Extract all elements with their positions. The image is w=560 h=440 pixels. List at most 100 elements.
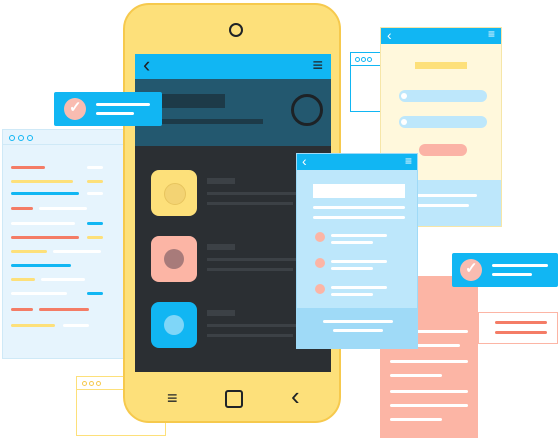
thumbnail-dot [164,183,186,205]
list-item-thumbnail[interactable] [151,236,197,282]
notification-badge: ✓ [452,253,558,287]
text-line [495,321,547,324]
code-line [87,236,103,239]
text-line [492,264,548,267]
window-dot-icon [82,381,87,386]
text-line [323,320,393,323]
code-line [11,264,71,267]
bullet-dot-icon [315,232,325,242]
text-line [492,273,532,276]
window-dot-icon [96,381,101,386]
list-item-thumbnail[interactable] [151,302,197,348]
camera-icon [229,23,243,37]
code-line [11,250,47,253]
code-line [11,192,79,195]
text-line [390,404,468,407]
text-line [313,206,405,209]
check-icon: ✓ [69,99,82,116]
back-chevron-icon: ‹ [387,27,392,43]
card-footer [297,308,417,348]
app-bar: ‹ ≡ [135,54,331,79]
text-line [331,260,387,263]
list-item-line [207,334,293,337]
card-appbar [297,154,417,170]
phone-nav-bar: ≡ ‹ [125,377,339,419]
hamburger-menu-icon: ≡ [404,154,412,168]
back-chevron-icon: ‹ [302,153,307,169]
window-dot-icon [355,57,360,62]
notification-badge: ✓ [54,92,162,126]
code-line [11,292,67,295]
avatar [291,94,323,126]
text-line [331,267,373,270]
code-line [39,207,87,210]
back-chevron-icon[interactable]: ‹ [143,54,150,76]
header-placeholder [313,184,405,198]
window-dot-icon [361,57,366,62]
code-line [11,222,75,225]
form-title-placeholder [415,62,467,69]
code-line [11,308,33,311]
text-line [331,241,373,244]
code-line [63,324,89,327]
list-item-title-placeholder [207,178,235,184]
hamburger-menu-icon[interactable]: ≡ [312,56,323,74]
code-line [87,192,103,195]
window-dot-icon [18,135,24,141]
code-line [87,292,103,295]
code-line [11,278,35,281]
window-dot-icon [9,135,15,141]
input-field-placeholder [399,116,487,128]
list-item-title-placeholder [207,244,235,250]
code-line [11,236,79,239]
text-line [96,103,150,106]
submit-button-placeholder [419,144,467,156]
home-square-icon[interactable] [225,390,243,408]
text-line [313,216,405,219]
bullet-dot-icon [315,284,325,294]
text-line [413,204,469,207]
back-chevron-icon[interactable]: ‹ [291,383,300,409]
card-appbar [381,28,501,44]
code-line [11,207,33,210]
text-line [96,112,134,115]
bullet-dot-icon [315,258,325,268]
code-line [11,180,73,183]
radio-dot-icon [401,119,407,125]
text-line [390,418,442,421]
code-line [41,278,85,281]
text-line [331,286,387,289]
check-circle-icon: ✓ [64,98,86,120]
text-line [495,331,547,334]
text-line [333,329,383,332]
code-line [11,324,55,327]
menu-icon[interactable]: ≡ [167,389,178,407]
thumbnail-dot [164,315,184,335]
window-dot-icon [27,135,33,141]
code-line [87,222,103,225]
text-line [331,234,387,237]
subtitle-placeholder [147,119,263,124]
thumbnail-dot [164,249,184,269]
wireframe-card-salmon [478,312,558,344]
text-line [331,293,373,296]
list-item-line [207,268,293,271]
profile-header [135,79,331,146]
list-item-thumbnail[interactable] [151,170,197,216]
code-editor-panel [2,129,128,359]
radio-dot-icon [401,93,407,99]
code-line [53,250,101,253]
text-line [390,374,442,377]
window-dot-icon [89,381,94,386]
check-icon: ✓ [465,260,478,277]
list-card: ‹ ≡ [296,153,418,349]
text-line [390,360,468,363]
code-line [11,166,45,169]
code-line [87,180,103,183]
code-line [87,166,103,169]
list-item-line [207,202,293,205]
check-circle-icon: ✓ [460,259,482,281]
window-dot-icon [367,57,372,62]
text-line [390,390,468,393]
hamburger-menu-icon: ≡ [487,27,495,41]
